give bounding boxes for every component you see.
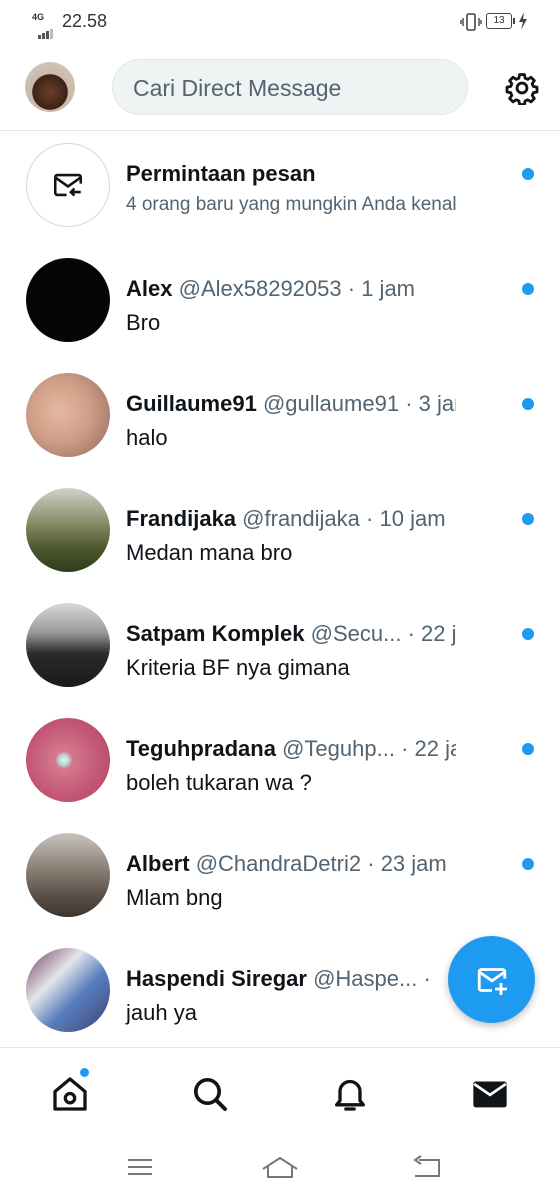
signal-icon: 4G	[32, 12, 58, 39]
new-message-button[interactable]	[448, 936, 535, 1023]
home-outline-icon[interactable]	[260, 1152, 300, 1182]
sender-handle: @gullaume91	[262, 391, 400, 416]
avatar	[26, 948, 110, 1032]
separator: ·	[407, 621, 415, 646]
sender-name: Guillaume91	[126, 391, 257, 416]
conversation-header: Haspendi Siregar @Haspe... ·	[126, 966, 456, 992]
conversation-header: Albert @ChandraDetri2 · 23 jam	[126, 851, 456, 877]
search-bar[interactable]	[112, 59, 468, 116]
message-preview: Kriteria BF nya gimana	[126, 655, 350, 680]
unread-dot	[522, 513, 534, 525]
separator: ·	[405, 391, 413, 416]
sender-name: Frandijaka	[126, 506, 237, 531]
message-preview: halo	[126, 425, 168, 450]
request-subtitle: 4 orang baru yang mungkin Anda kenal	[126, 194, 457, 215]
status-bar: 4G 22.58 13	[0, 0, 560, 44]
bell-icon[interactable]	[330, 1074, 370, 1114]
home-icon[interactable]	[50, 1074, 90, 1114]
gear-icon[interactable]	[505, 71, 539, 105]
unread-dot	[522, 283, 534, 295]
request-title: Permintaan pesan	[126, 161, 316, 186]
conversation-row[interactable]: Guillaume91 @gullaume91 · 3 jam halo	[0, 361, 560, 476]
message-preview: boleh tukaran wa ?	[126, 770, 312, 795]
unread-dot	[522, 858, 534, 870]
message-preview: Bro	[126, 310, 161, 335]
timestamp: 23 jam	[380, 851, 447, 876]
unread-dot	[522, 398, 534, 410]
request-title-line: Permintaan pesan	[126, 161, 456, 187]
conversation-row[interactable]: Albert @ChandraDetri2 · 23 jam Mlam bng	[0, 821, 560, 936]
sender-handle: @frandijaka	[242, 506, 360, 531]
profile-avatar[interactable]	[25, 62, 75, 112]
conversation-header: Frandijaka @frandijaka · 10 jam	[126, 506, 456, 532]
timestamp: 10 jam	[379, 506, 446, 531]
unread-dot	[522, 628, 534, 640]
conversation-header: Guillaume91 @gullaume91 · 3 jam	[126, 391, 456, 417]
sender-name: Haspendi Siregar	[126, 966, 307, 991]
bottom-nav	[0, 1047, 560, 1138]
sender-name: Albert	[126, 851, 190, 876]
message-preview: jauh ya	[126, 1000, 197, 1025]
sender-handle: @Alex58292053	[178, 276, 342, 301]
avatar	[26, 258, 110, 342]
vibrate-icon	[460, 13, 482, 31]
mail-arrow-icon	[53, 173, 83, 197]
timestamp: 22 jam	[414, 736, 456, 761]
message-request-row[interactable]: Permintaan pesan 4 orang baru yang mungk…	[0, 131, 560, 246]
sender-handle: @ChandraDetri2	[195, 851, 362, 876]
unread-dot	[522, 743, 534, 755]
separator: ·	[366, 506, 374, 531]
sender-handle: @Haspe...	[313, 966, 418, 991]
home-notification-dot	[79, 1067, 90, 1078]
avatar	[26, 488, 110, 572]
clock: 22.58	[62, 11, 108, 31]
sender-name: Satpam Komplek	[126, 621, 305, 646]
separator: ·	[347, 276, 356, 301]
separator: ·	[401, 736, 409, 761]
conversation-header: Alex @Alex58292053 · 1 jam	[126, 276, 456, 302]
message-preview: Mlam bng	[126, 885, 223, 910]
sender-name: Teguhpradana	[126, 736, 276, 761]
avatar	[26, 373, 110, 457]
back-icon[interactable]	[405, 1152, 445, 1182]
unread-dot	[522, 168, 534, 180]
avatar	[26, 833, 110, 917]
compose-message-icon	[477, 968, 507, 995]
conversation-row[interactable]: Alex @Alex58292053 · 1 jam Bro	[0, 246, 560, 361]
conversation-row[interactable]: Teguhpradana @Teguhp... · 22 jam boleh t…	[0, 706, 560, 821]
system-nav	[0, 1137, 560, 1200]
conversation-header: Satpam Komplek @Secu... · 22 jam	[126, 621, 456, 647]
timestamp: 1 jam	[361, 276, 415, 301]
search-icon[interactable]	[190, 1074, 230, 1114]
battery-icon: 13	[486, 13, 515, 29]
sender-name: Alex	[126, 276, 173, 301]
separator: ·	[367, 851, 375, 876]
search-input[interactable]	[131, 60, 455, 116]
conversation-row[interactable]: Frandijaka @frandijaka · 10 jam Medan ma…	[0, 476, 560, 591]
timestamp: 3 jam	[418, 391, 456, 416]
menu-icon[interactable]	[120, 1152, 160, 1182]
sender-handle: @Teguhp...	[282, 736, 395, 761]
message-preview: Medan mana bro	[126, 540, 293, 565]
sender-handle: @Secu...	[310, 621, 402, 646]
conversation-header: Teguhpradana @Teguhp... · 22 jam	[126, 736, 456, 762]
charging-icon	[519, 12, 527, 30]
separator: ·	[423, 966, 431, 991]
avatar	[26, 603, 110, 687]
avatar	[26, 718, 110, 802]
conversation-row[interactable]: Satpam Komplek @Secu... · 22 jam Kriteri…	[0, 591, 560, 706]
request-avatar	[26, 143, 110, 227]
timestamp: 22 jam	[421, 621, 456, 646]
dm-header	[0, 44, 560, 131]
mail-icon[interactable]	[470, 1074, 510, 1114]
